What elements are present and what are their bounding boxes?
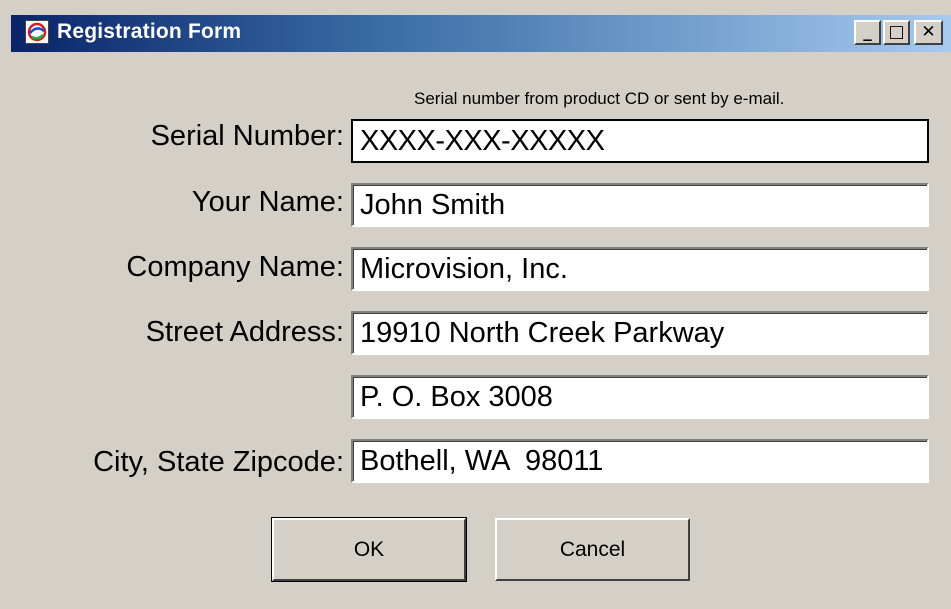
city-state-zip-input[interactable] bbox=[351, 439, 929, 483]
your-name-input[interactable] bbox=[351, 183, 929, 227]
company-name-input[interactable] bbox=[351, 247, 929, 291]
ok-button[interactable]: OK bbox=[271, 517, 467, 582]
cancel-button[interactable]: Cancel bbox=[495, 518, 690, 581]
window-title: Registration Form bbox=[57, 20, 242, 43]
serial-number-input[interactable] bbox=[351, 119, 929, 163]
street-address-label: Street Address: bbox=[145, 316, 344, 348]
company-name-label: Company Name: bbox=[126, 251, 344, 283]
street-address-line2-input[interactable] bbox=[351, 375, 929, 419]
close-icon: ✕ bbox=[921, 22, 936, 42]
app-icon[interactable] bbox=[25, 20, 49, 44]
maximize-button[interactable]: □ bbox=[883, 20, 910, 45]
title-bar[interactable]: Registration Form _ □ ✕ bbox=[11, 15, 951, 52]
minimize-icon: _ bbox=[863, 22, 872, 42]
your-name-label: Your Name: bbox=[191, 186, 344, 218]
minimize-button[interactable]: _ bbox=[854, 20, 881, 45]
window-left-edge bbox=[0, 15, 11, 52]
city-state-zip-label: City, State Zipcode: bbox=[93, 446, 344, 478]
serial-hint: Serial number from product CD or sent by… bbox=[414, 89, 785, 108]
serial-number-label: Serial Number: bbox=[150, 120, 344, 152]
street-address-input[interactable] bbox=[351, 311, 929, 355]
maximize-icon: □ bbox=[888, 22, 905, 42]
close-button[interactable]: ✕ bbox=[914, 20, 943, 45]
registration-form-window: Registration Form _ □ ✕ Serial number fr… bbox=[0, 0, 951, 609]
